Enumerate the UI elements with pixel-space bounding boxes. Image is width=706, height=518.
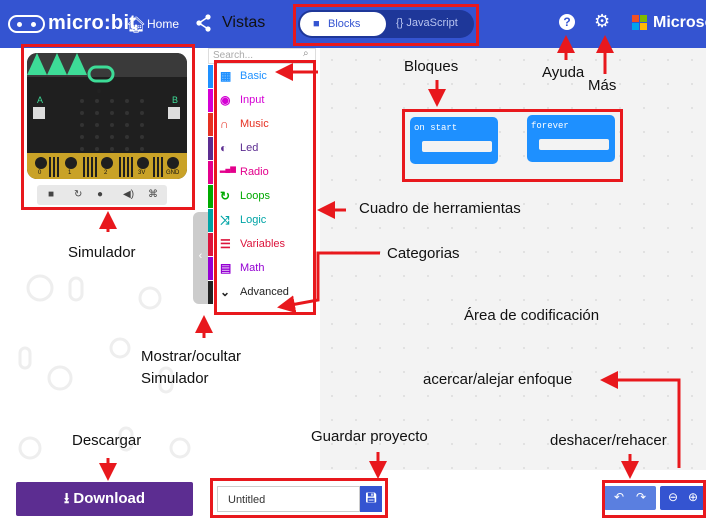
category-color-bar	[208, 65, 213, 88]
save-highlight	[210, 478, 388, 518]
category-color-bar	[208, 209, 213, 232]
category-color-bar	[208, 233, 213, 256]
help-icon[interactable]: ?	[559, 14, 575, 30]
blocks-highlight	[402, 109, 623, 182]
home-icon[interactable]: 🏠︎	[126, 15, 146, 35]
chevron-left-icon: ‹	[198, 250, 203, 262]
simulator-highlight	[21, 44, 195, 210]
category-color-bar	[208, 161, 213, 184]
label-mostrar-1: Mostrar/ocultar	[141, 348, 242, 365]
microbit-logo-icon[interactable]	[8, 15, 45, 33]
label-vistas: Vistas	[222, 14, 266, 31]
label-cuadro: Cuadro de herramientas	[359, 200, 521, 217]
collapse-simulator-button[interactable]: ‹	[193, 212, 208, 304]
label-area: Área de codificación	[464, 307, 600, 324]
share-icon[interactable]	[196, 14, 212, 32]
category-color-bar	[208, 281, 213, 304]
download-button[interactable]: ⭳ Download	[16, 482, 193, 516]
category-color-bar	[208, 137, 213, 160]
label-simulador: Simulador	[68, 244, 136, 261]
search-icon[interactable]: ⌕	[303, 48, 309, 59]
label-descargar: Descargar	[72, 432, 142, 449]
label-mas: Más	[588, 77, 617, 94]
microsoft-brand[interactable]: Microsoft	[653, 14, 706, 32]
label-deshacer: deshacer/rehacer	[550, 432, 667, 449]
undo-zoom-highlight	[602, 480, 706, 518]
toolbox-highlight	[214, 60, 316, 315]
views-highlight	[293, 4, 479, 46]
label-bloques: Bloques	[404, 58, 459, 75]
label-mostrar-2: Simulador	[141, 370, 209, 387]
category-color-bar	[208, 113, 213, 136]
category-color-bar	[208, 257, 213, 280]
category-color-bar	[208, 185, 213, 208]
label-guardar: Guardar proyecto	[311, 428, 428, 445]
microsoft-logo-icon[interactable]	[632, 15, 648, 31]
label-zoom: acercar/alejar enfoque	[423, 371, 573, 388]
label-ayuda: Ayuda	[542, 64, 585, 81]
gear-icon[interactable]: ⚙	[594, 11, 610, 32]
category-color-bar	[208, 89, 213, 112]
label-categorias: Categorias	[387, 245, 460, 262]
home-button[interactable]: Home	[147, 17, 179, 31]
app-name[interactable]: micro:bit	[48, 12, 136, 35]
